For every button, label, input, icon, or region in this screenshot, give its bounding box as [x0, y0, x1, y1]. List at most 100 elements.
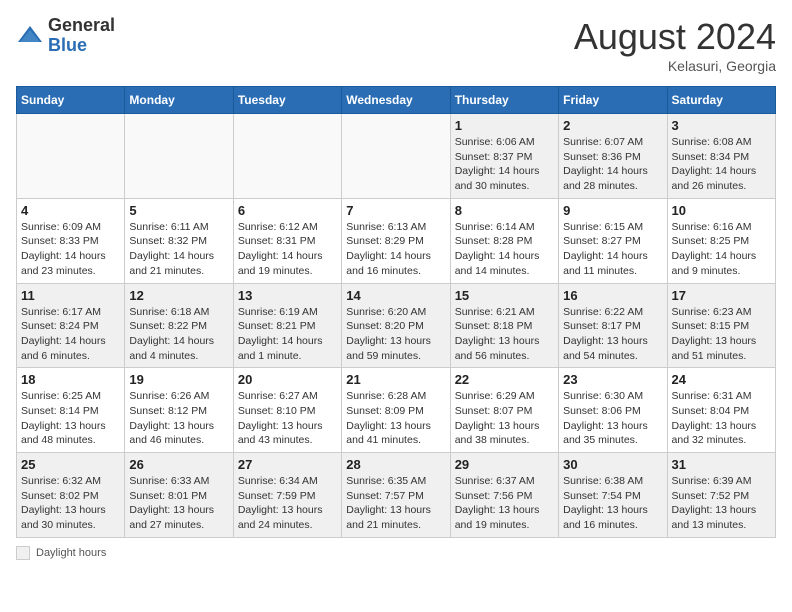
day-info: Sunrise: 6:37 AM Sunset: 7:56 PM Dayligh…	[455, 474, 554, 533]
day-number: 26	[129, 457, 228, 472]
calendar-cell: 8Sunrise: 6:14 AM Sunset: 8:28 PM Daylig…	[450, 198, 558, 283]
day-info: Sunrise: 6:38 AM Sunset: 7:54 PM Dayligh…	[563, 474, 662, 533]
calendar-day-header: Monday	[125, 87, 233, 114]
calendar-week-row: 18 Sunrise: 6:25 AM Sunset: 8:14 PM Dayli…	[17, 368, 776, 453]
calendar-cell: 28 Sunrise: 6:35 AM Sunset: 7:57 PM Dayli…	[342, 453, 450, 538]
calendar-cell: 21 Sunrise: 6:28 AM Sunset: 8:09 PM Dayli…	[342, 368, 450, 453]
calendar-cell: 11 Sunrise: 6:17 AM Sunset: 8:24 PM Dayli…	[17, 283, 125, 368]
calendar-cell: 9 Sunrise: 6:15 AM Sunset: 8:27 PM Daylig…	[559, 198, 667, 283]
calendar-cell: 12 Sunrise: 6:18 AM Sunset: 8:22 PM Dayli…	[125, 283, 233, 368]
day-number: 16	[563, 288, 662, 303]
day-number: 22	[455, 372, 554, 387]
calendar-day-header: Tuesday	[233, 87, 341, 114]
logo-text: General Blue	[48, 16, 115, 56]
page-header: General Blue August 2024 Kelasuri, Georg…	[16, 16, 776, 74]
calendar-cell	[342, 114, 450, 199]
day-number: 31	[672, 457, 771, 472]
footer-swatch	[16, 546, 30, 560]
calendar-cell: 18 Sunrise: 6:25 AM Sunset: 8:14 PM Dayli…	[17, 368, 125, 453]
day-info: Sunrise: 6:32 AM Sunset: 8:02 PM Dayligh…	[21, 474, 120, 533]
day-number: 2	[563, 118, 662, 133]
day-info: Sunrise: 6:35 AM Sunset: 7:57 PM Dayligh…	[346, 474, 445, 533]
day-info: Sunrise: 6:09 AM Sunset: 8:33 PM Dayligh…	[21, 220, 120, 279]
day-info: Sunrise: 6:19 AM Sunset: 8:21 PM Dayligh…	[238, 305, 337, 364]
day-number: 6	[238, 203, 337, 218]
day-info: Sunrise: 6:27 AM Sunset: 8:10 PM Dayligh…	[238, 389, 337, 448]
calendar-cell: 24 Sunrise: 6:31 AM Sunset: 8:04 PM Dayli…	[667, 368, 775, 453]
calendar-cell: 30Sunrise: 6:38 AM Sunset: 7:54 PM Dayli…	[559, 453, 667, 538]
day-info: Sunrise: 6:39 AM Sunset: 7:52 PM Dayligh…	[672, 474, 771, 533]
day-number: 20	[238, 372, 337, 387]
day-info: Sunrise: 6:18 AM Sunset: 8:22 PM Dayligh…	[129, 305, 228, 364]
day-number: 14	[346, 288, 445, 303]
footer: Daylight hours	[16, 546, 776, 560]
location: Kelasuri, Georgia	[574, 58, 776, 74]
calendar-day-header: Sunday	[17, 87, 125, 114]
day-number: 11	[21, 288, 120, 303]
calendar-cell: 10Sunrise: 6:16 AM Sunset: 8:25 PM Dayli…	[667, 198, 775, 283]
day-info: Sunrise: 6:25 AM Sunset: 8:14 PM Dayligh…	[21, 389, 120, 448]
day-number: 3	[672, 118, 771, 133]
day-number: 18	[21, 372, 120, 387]
calendar-cell: 4 Sunrise: 6:09 AM Sunset: 8:33 PM Daylig…	[17, 198, 125, 283]
day-info: Sunrise: 6:16 AM Sunset: 8:25 PM Dayligh…	[672, 220, 771, 279]
day-info: Sunrise: 6:14 AM Sunset: 8:28 PM Dayligh…	[455, 220, 554, 279]
calendar-cell	[17, 114, 125, 199]
day-number: 13	[238, 288, 337, 303]
day-number: 24	[672, 372, 771, 387]
month-year: August 2024	[574, 16, 776, 58]
day-info: Sunrise: 6:31 AM Sunset: 8:04 PM Dayligh…	[672, 389, 771, 448]
day-number: 15	[455, 288, 554, 303]
day-info: Sunrise: 6:28 AM Sunset: 8:09 PM Dayligh…	[346, 389, 445, 448]
day-number: 9	[563, 203, 662, 218]
calendar-cell: 3Sunrise: 6:08 AM Sunset: 8:34 PM Daylig…	[667, 114, 775, 199]
logo-icon	[16, 22, 44, 50]
footer-label: Daylight hours	[36, 547, 106, 559]
day-info: Sunrise: 6:29 AM Sunset: 8:07 PM Dayligh…	[455, 389, 554, 448]
calendar-cell: 19Sunrise: 6:26 AM Sunset: 8:12 PM Dayli…	[125, 368, 233, 453]
day-info: Sunrise: 6:23 AM Sunset: 8:15 PM Dayligh…	[672, 305, 771, 364]
day-info: Sunrise: 6:06 AM Sunset: 8:37 PM Dayligh…	[455, 135, 554, 194]
calendar-cell	[233, 114, 341, 199]
calendar-week-row: 4 Sunrise: 6:09 AM Sunset: 8:33 PM Daylig…	[17, 198, 776, 283]
calendar-cell: 26 Sunrise: 6:33 AM Sunset: 8:01 PM Dayli…	[125, 453, 233, 538]
calendar-cell: 23Sunrise: 6:30 AM Sunset: 8:06 PM Dayli…	[559, 368, 667, 453]
day-info: Sunrise: 6:11 AM Sunset: 8:32 PM Dayligh…	[129, 220, 228, 279]
calendar-cell: 13 Sunrise: 6:19 AM Sunset: 8:21 PM Dayli…	[233, 283, 341, 368]
day-info: Sunrise: 6:33 AM Sunset: 8:01 PM Dayligh…	[129, 474, 228, 533]
calendar-cell: 25Sunrise: 6:32 AM Sunset: 8:02 PM Dayli…	[17, 453, 125, 538]
day-number: 17	[672, 288, 771, 303]
calendar-cell: 20 Sunrise: 6:27 AM Sunset: 8:10 PM Dayli…	[233, 368, 341, 453]
calendar-cell: 7 Sunrise: 6:13 AM Sunset: 8:29 PM Daylig…	[342, 198, 450, 283]
calendar-cell: 31 Sunrise: 6:39 AM Sunset: 7:52 PM Dayli…	[667, 453, 775, 538]
day-number: 21	[346, 372, 445, 387]
day-info: Sunrise: 6:07 AM Sunset: 8:36 PM Dayligh…	[563, 135, 662, 194]
day-number: 7	[346, 203, 445, 218]
day-info: Sunrise: 6:15 AM Sunset: 8:27 PM Dayligh…	[563, 220, 662, 279]
day-info: Sunrise: 6:13 AM Sunset: 8:29 PM Dayligh…	[346, 220, 445, 279]
calendar-cell: 6Sunrise: 6:12 AM Sunset: 8:31 PM Daylig…	[233, 198, 341, 283]
calendar-day-header: Wednesday	[342, 87, 450, 114]
day-number: 4	[21, 203, 120, 218]
calendar-cell: 5Sunrise: 6:11 AM Sunset: 8:32 PM Daylig…	[125, 198, 233, 283]
day-info: Sunrise: 6:17 AM Sunset: 8:24 PM Dayligh…	[21, 305, 120, 364]
day-info: Sunrise: 6:34 AM Sunset: 7:59 PM Dayligh…	[238, 474, 337, 533]
calendar-day-header: Friday	[559, 87, 667, 114]
calendar-cell: 15Sunrise: 6:21 AM Sunset: 8:18 PM Dayli…	[450, 283, 558, 368]
day-info: Sunrise: 6:26 AM Sunset: 8:12 PM Dayligh…	[129, 389, 228, 448]
day-number: 12	[129, 288, 228, 303]
day-info: Sunrise: 6:20 AM Sunset: 8:20 PM Dayligh…	[346, 305, 445, 364]
day-number: 27	[238, 457, 337, 472]
calendar-cell: 16 Sunrise: 6:22 AM Sunset: 8:17 PM Dayli…	[559, 283, 667, 368]
day-info: Sunrise: 6:22 AM Sunset: 8:17 PM Dayligh…	[563, 305, 662, 364]
calendar-day-header: Thursday	[450, 87, 558, 114]
calendar-cell: 17 Sunrise: 6:23 AM Sunset: 8:15 PM Dayli…	[667, 283, 775, 368]
calendar-week-row: 1Sunrise: 6:06 AM Sunset: 8:37 PM Daylig…	[17, 114, 776, 199]
calendar-header-row: SundayMondayTuesdayWednesdayThursdayFrid…	[17, 87, 776, 114]
calendar-day-header: Saturday	[667, 87, 775, 114]
calendar-cell: 22 Sunrise: 6:29 AM Sunset: 8:07 PM Dayli…	[450, 368, 558, 453]
day-info: Sunrise: 6:30 AM Sunset: 8:06 PM Dayligh…	[563, 389, 662, 448]
calendar-table: SundayMondayTuesdayWednesdayThursdayFrid…	[16, 86, 776, 538]
day-number: 28	[346, 457, 445, 472]
day-number: 29	[455, 457, 554, 472]
